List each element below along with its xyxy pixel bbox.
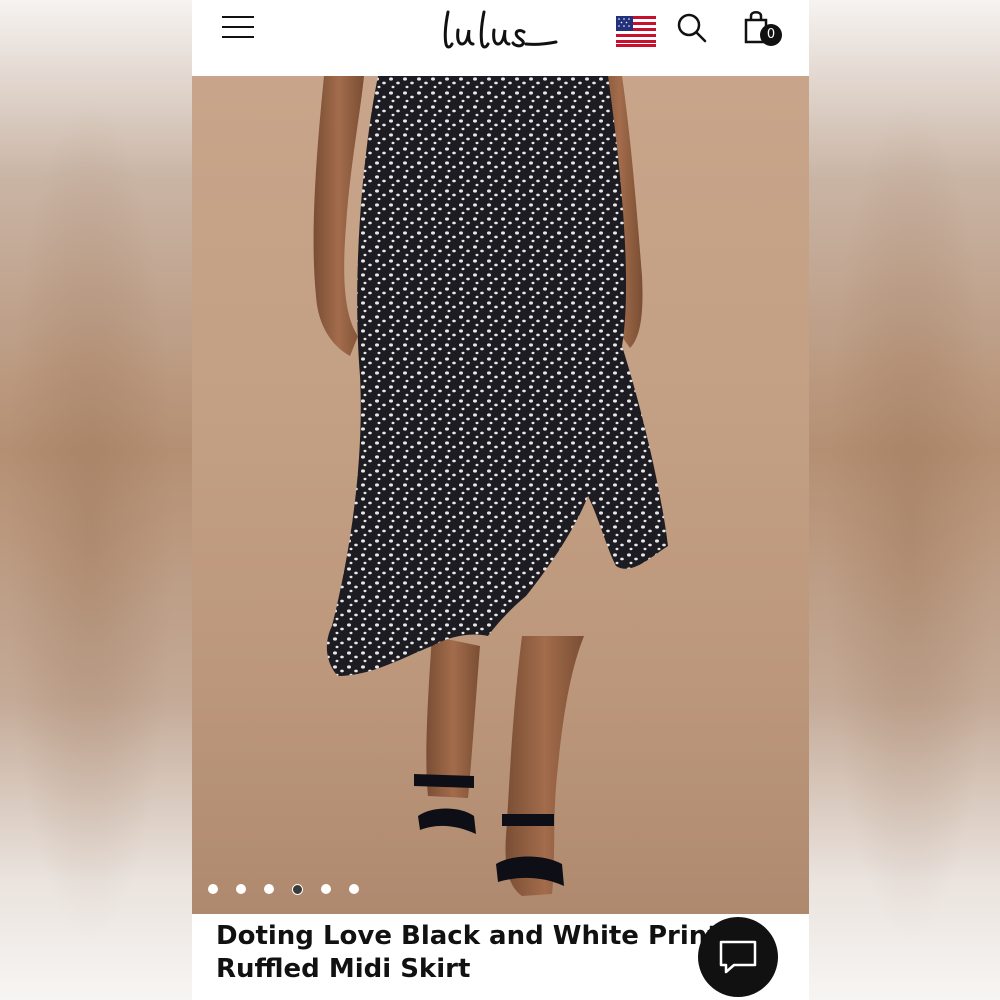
carousel-dot[interactable] bbox=[264, 884, 274, 894]
chat-button[interactable] bbox=[698, 917, 778, 997]
hamburger-menu-icon[interactable] bbox=[222, 16, 254, 42]
us-flag-icon[interactable] bbox=[616, 16, 656, 47]
carousel-dot[interactable] bbox=[236, 884, 246, 894]
chat-bubble-icon bbox=[719, 940, 757, 974]
site-header: 0 bbox=[192, 0, 809, 76]
mobile-page: 0 Doting Love Black and White Print Ruff… bbox=[192, 0, 809, 1000]
product-photo[interactable] bbox=[192, 76, 809, 914]
carousel-dot[interactable] bbox=[321, 884, 331, 894]
carousel-dot[interactable] bbox=[208, 884, 218, 894]
carousel-dot[interactable] bbox=[349, 884, 359, 894]
product-photo-illustration bbox=[192, 76, 809, 914]
search-icon[interactable] bbox=[676, 12, 708, 44]
carousel-dot-active[interactable] bbox=[292, 884, 303, 895]
carousel-pagination bbox=[208, 884, 359, 896]
lulus-logo[interactable] bbox=[438, 4, 563, 54]
cart-count-badge[interactable]: 0 bbox=[760, 24, 782, 46]
